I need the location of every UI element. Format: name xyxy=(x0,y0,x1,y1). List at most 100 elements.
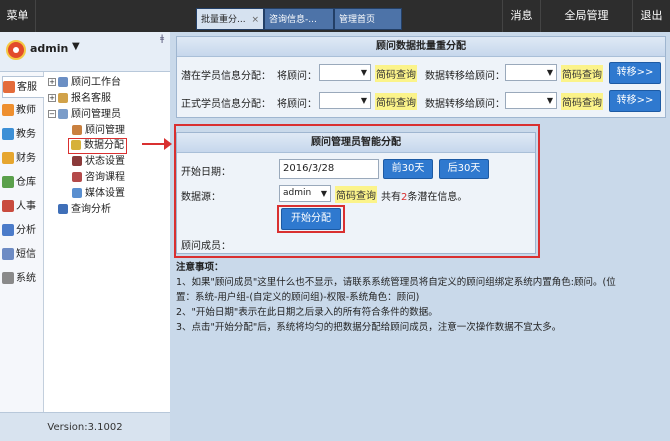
academic-icon xyxy=(2,128,14,140)
username: admin xyxy=(30,42,69,55)
tree-label: 顾问工作台 xyxy=(71,77,121,88)
tab-batch-redistribute[interactable]: 批量重分... × xyxy=(196,8,264,30)
potential-student-label: 潜在学员信息分配： xyxy=(181,71,271,82)
nav-label: 教务 xyxy=(16,129,36,140)
nav-label: 教师 xyxy=(16,105,36,116)
panel-title: 顾问数据批量重分配 xyxy=(177,37,665,57)
nav-item-hr[interactable]: 人事 xyxy=(2,196,44,218)
status-icon xyxy=(72,156,82,166)
batch-redistribute-panel: 顾问数据批量重分配 潜在学员信息分配： 将顾问： ▼ 简码查询 数据转移给顾问：… xyxy=(176,36,666,118)
tree-item-status[interactable]: 状态设置 xyxy=(72,155,125,169)
tree-item-distribute[interactable]: 数据分配 xyxy=(68,138,127,154)
nav-label: 分析 xyxy=(16,225,36,236)
workbench-icon xyxy=(58,77,68,87)
tree-label: 咨询课程 xyxy=(85,172,125,183)
main-content: 顾问数据批量重分配 潜在学员信息分配： 将顾问： ▼ 简码查询 数据转移给顾问：… xyxy=(172,32,670,441)
tab-home[interactable]: 管理首页 xyxy=(334,8,402,30)
top-bar: 菜单 批量重分... × 咨询信息-... 管理首页 消息 全局管理 退出 xyxy=(0,0,670,32)
nav-label: 人事 xyxy=(16,201,36,212)
tree-item-course[interactable]: 咨询课程 xyxy=(72,171,125,185)
tab-consult-info[interactable]: 咨询信息-... xyxy=(264,8,334,30)
left-sidebar: admin ▼ ǂ 客服 教师 教务 财务 仓库 人事 分析 短信 系统 + 顾… xyxy=(0,32,170,441)
sms-icon xyxy=(2,248,14,260)
tree-item-enroll[interactable]: + 报名客服 xyxy=(48,92,111,106)
service-icon xyxy=(3,81,15,93)
transfer-button[interactable]: 转移>> xyxy=(609,90,661,112)
distribute-icon xyxy=(71,140,81,150)
tree-label: 报名客服 xyxy=(71,93,111,104)
analysis-icon xyxy=(2,224,14,236)
nav-label: 短信 xyxy=(16,249,36,260)
transfer-button[interactable]: 转移>> xyxy=(609,62,661,84)
user-dropdown-icon[interactable]: ▼ xyxy=(72,41,80,52)
nav-item-system[interactable]: 系统 xyxy=(2,268,44,290)
nav-item-analysis[interactable]: 分析 xyxy=(2,220,44,242)
media-icon xyxy=(72,188,82,198)
nav-item-sms[interactable]: 短信 xyxy=(2,244,44,266)
tree-label: 顾问管理 xyxy=(85,125,125,136)
pin-icon[interactable]: ǂ xyxy=(160,34,164,44)
function-tree: + 顾问工作台 + 报名客服 − 顾问管理员 顾问管理 数据分配 状态设置 咨询课程 … xyxy=(44,72,170,412)
from-advisor-label: 将顾问： xyxy=(277,99,317,110)
from-advisor-select[interactable]: ▼ xyxy=(319,64,371,81)
tree-item-analysis[interactable]: 查询分析 xyxy=(58,203,111,217)
tree-item-media[interactable]: 媒体设置 xyxy=(72,187,125,201)
note-line: 置：系统-用户组-(自定义的顾问组)-权限-系统角色：顾问) xyxy=(176,292,420,303)
alarm-clock-icon xyxy=(6,40,26,60)
tree-label: 查询分析 xyxy=(71,204,111,215)
from-advisor-select[interactable]: ▼ xyxy=(319,92,371,109)
expand-icon[interactable]: + xyxy=(48,78,56,86)
nav-item-finance[interactable]: 财务 xyxy=(2,148,44,170)
expand-icon[interactable]: + xyxy=(48,94,56,102)
tab-label: 批量重分... xyxy=(201,15,246,25)
hr-icon xyxy=(2,200,14,212)
nav-item-academic[interactable]: 教务 xyxy=(2,124,44,146)
notes-section: 注意事项： 1、如果"顾问成员"这里什么也不显示，请联系系统管理员将自定义的顾问… xyxy=(176,260,666,335)
formal-student-label: 正式学员信息分配： xyxy=(181,99,271,110)
manage-icon xyxy=(72,125,82,135)
nav-label: 仓库 xyxy=(16,177,36,188)
nav-item-teacher[interactable]: 教师 xyxy=(2,100,44,122)
teacher-icon xyxy=(2,104,14,116)
tab-label: 咨询信息-... xyxy=(269,15,317,25)
warehouse-icon xyxy=(2,176,14,188)
to-advisor-select[interactable]: ▼ xyxy=(505,92,557,109)
global-manage-button[interactable]: 全局管理 xyxy=(540,0,632,32)
code-query-link[interactable]: 简码查询 xyxy=(375,93,417,110)
nav-item-service[interactable]: 客服 xyxy=(2,76,44,98)
version-label: Version:3.1002 xyxy=(0,412,170,441)
tree-item-manage[interactable]: 顾问管理 xyxy=(72,124,125,138)
module-nav: 客服 教师 教务 财务 仓库 人事 分析 短信 系统 xyxy=(0,72,44,412)
menu-button[interactable]: 菜单 xyxy=(0,0,36,32)
annotation-arrow xyxy=(142,138,172,150)
code-query-link[interactable]: 简码查询 xyxy=(375,65,417,82)
to-advisor-select[interactable]: ▼ xyxy=(505,64,557,81)
smart-panel-highlight xyxy=(174,124,540,258)
code-query-link[interactable]: 简码查询 xyxy=(561,93,603,110)
chevron-down-icon: ▼ xyxy=(546,68,553,77)
tree-label: 媒体设置 xyxy=(85,188,125,199)
notes-title: 注意事项： xyxy=(176,262,224,273)
nav-label: 财务 xyxy=(16,153,36,164)
course-icon xyxy=(72,172,82,182)
note-line: 1、如果"顾问成员"这里什么也不显示，请联系系统管理员将自定义的顾问组绑定系统内… xyxy=(176,277,616,288)
tree-item-workbench[interactable]: + 顾问工作台 xyxy=(48,76,121,90)
finance-icon xyxy=(2,152,14,164)
collapse-icon[interactable]: − xyxy=(48,110,56,118)
nav-item-warehouse[interactable]: 仓库 xyxy=(2,172,44,194)
to-advisor-label: 数据转移给顾问： xyxy=(425,71,505,82)
close-icon[interactable]: × xyxy=(251,9,259,29)
enroll-icon xyxy=(58,93,68,103)
from-advisor-label: 将顾问： xyxy=(277,71,317,82)
tree-label: 顾问管理员 xyxy=(71,109,121,120)
messages-button[interactable]: 消息 xyxy=(502,0,540,32)
logout-button[interactable]: 退出 xyxy=(632,0,670,32)
to-advisor-label: 数据转移给顾问： xyxy=(425,99,505,110)
nav-label: 系统 xyxy=(16,273,36,284)
admin-icon xyxy=(58,109,68,119)
note-line: 3、点击"开始分配"后，系统将均匀的把数据分配给顾问成员，注意一次操作数据不宜太… xyxy=(176,322,562,333)
tree-item-admin[interactable]: − 顾问管理员 xyxy=(48,108,121,122)
system-icon xyxy=(2,272,14,284)
code-query-link[interactable]: 简码查询 xyxy=(561,65,603,82)
nav-label: 客服 xyxy=(17,82,37,93)
